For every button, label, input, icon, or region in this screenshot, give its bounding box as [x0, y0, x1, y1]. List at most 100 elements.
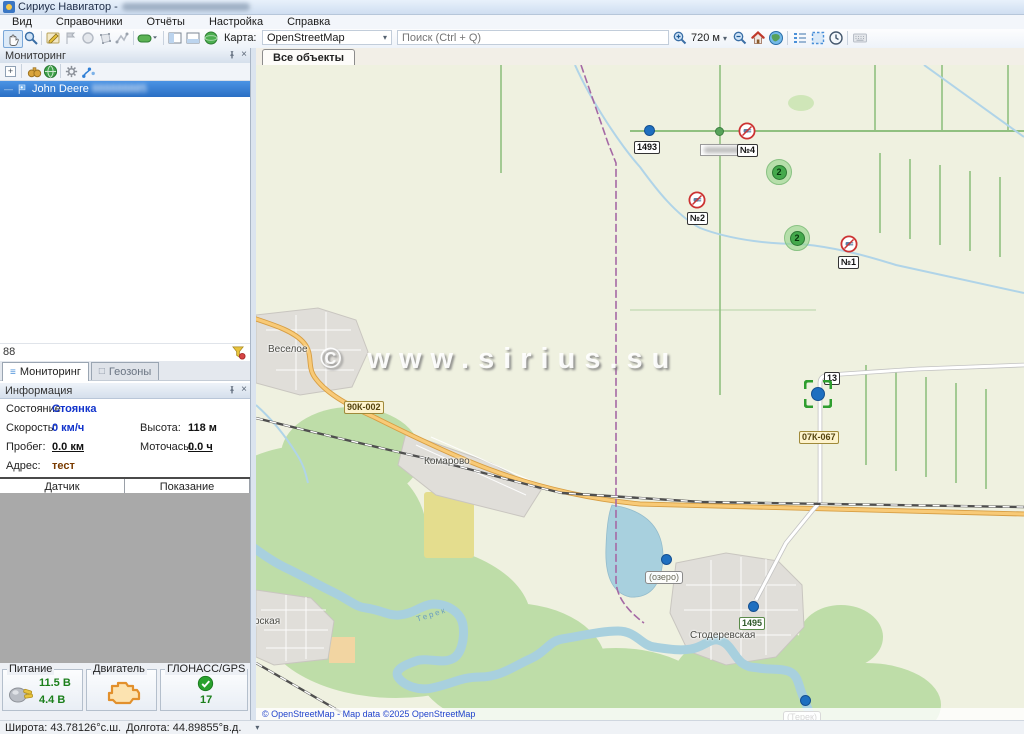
- tab-all-objects-label: Все объекты: [273, 52, 344, 64]
- track-color-button[interactable]: [136, 30, 160, 46]
- address-label: Адрес:: [6, 460, 41, 472]
- menu-spravka[interactable]: Справка: [275, 16, 342, 28]
- panel-tabs: ≡ Мониторинг □ Геозоны: [0, 361, 250, 381]
- map-provider-select[interactable]: OpenStreetMap ▾: [262, 30, 392, 45]
- filter-input[interactable]: 88: [3, 346, 15, 358]
- zoom-out-icon: [732, 30, 748, 46]
- pin-icon: [227, 385, 237, 395]
- pin-button[interactable]: [226, 49, 238, 61]
- select-area-button[interactable]: [809, 30, 827, 46]
- filter-button[interactable]: [231, 345, 246, 360]
- zoom-tool-button[interactable]: [22, 30, 40, 46]
- zoom-out-button[interactable]: [731, 30, 749, 46]
- status-dropdown-icon[interactable]: ▾: [255, 723, 259, 732]
- pin-button[interactable]: [226, 384, 238, 396]
- title-bar: Сириус Навигатор -: [0, 0, 1024, 15]
- gear-icon: [64, 64, 79, 79]
- keyboard-icon: [852, 30, 868, 46]
- unit-number-redacted: 888888885: [92, 83, 147, 95]
- selection-frame-icon: [810, 30, 826, 46]
- expand-all-button[interactable]: +: [5, 66, 16, 77]
- show-all-objects-button[interactable]: [767, 30, 785, 46]
- zoom-scale-dropdown-icon[interactable]: ▾: [723, 34, 727, 43]
- polyline-icon: [114, 30, 130, 46]
- power-voltage-2: 4.4 В: [39, 694, 65, 706]
- pan-tool-button[interactable]: [3, 30, 23, 48]
- cluster-marker-1[interactable]: 2: [766, 159, 792, 185]
- map-point-stoderevskaya[interactable]: [748, 601, 759, 612]
- map-3d-button[interactable]: [202, 30, 220, 46]
- selected-unit-marker[interactable]: [804, 380, 832, 408]
- globe-icon: [43, 64, 58, 79]
- menu-nastroika[interactable]: Настройка: [197, 16, 275, 28]
- monitoring-panel-header: Мониторинг ×: [0, 48, 250, 64]
- pin-icon: [227, 50, 237, 60]
- tree-branch: —: [4, 84, 13, 94]
- disconnected-plug-icon: [688, 191, 706, 209]
- zoom-in-button[interactable]: [671, 30, 689, 46]
- menu-spravochniki[interactable]: Справочники: [44, 16, 135, 28]
- circle-icon: [80, 30, 96, 46]
- road-label-1495: 1495: [739, 617, 765, 630]
- lake-label: (озеро): [645, 571, 683, 584]
- monitoring-panel-title: Мониторинг: [5, 50, 66, 62]
- application-window: Сириус Навигатор - Вид Справочники Отчёт…: [0, 0, 1024, 734]
- tab-monitoring-label: Мониторинг: [20, 366, 81, 378]
- map-point-lake[interactable]: [661, 554, 672, 565]
- close-panel-button[interactable]: ×: [238, 384, 250, 396]
- time-filter-button[interactable]: [827, 30, 845, 46]
- map-point-terek[interactable]: [800, 695, 811, 706]
- menu-vid[interactable]: Вид: [0, 16, 44, 28]
- map-point-green[interactable]: [715, 127, 724, 136]
- settings-button[interactable]: [63, 64, 79, 79]
- binoculars-icon: [27, 64, 42, 79]
- bottom-panel-button[interactable]: [184, 30, 202, 46]
- tab-geozones[interactable]: □ Геозоны: [91, 362, 159, 380]
- gps-gauge-label: ГЛОНАСС/GPS: [165, 663, 247, 675]
- map-point-blue[interactable]: [644, 125, 655, 136]
- cluster-marker-2[interactable]: 2: [784, 225, 810, 251]
- list-icon: [792, 30, 808, 46]
- tab-monitoring[interactable]: ≡ Мониторинг: [2, 362, 89, 381]
- hours-value[interactable]: 0.0 ч: [188, 441, 213, 453]
- ruler-pencil-icon: [45, 30, 61, 46]
- marker-sensor-4[interactable]: [738, 122, 756, 140]
- zoom-scale-value[interactable]: 720 м: [691, 32, 720, 44]
- status-bar: Широта: 43.78126°с.ш. Долгота: 44.89855°…: [0, 720, 1024, 734]
- show-on-map-button[interactable]: [42, 64, 58, 79]
- measure-tool-button[interactable]: [44, 30, 62, 46]
- disconnected-plug-icon: [738, 122, 756, 140]
- address-value: тест: [52, 460, 75, 472]
- engine-icon: [102, 679, 142, 707]
- mileage-value[interactable]: 0.0 км: [52, 441, 84, 453]
- split-view-button[interactable]: [166, 30, 184, 46]
- close-panel-button[interactable]: ×: [238, 49, 250, 61]
- marker-sensor-2[interactable]: [688, 191, 706, 209]
- town-label-stoderevskaya: Стодеревская: [690, 630, 755, 641]
- add-polygon-zone-button-disabled[interactable]: [96, 30, 114, 46]
- window-title: Сириус Навигатор -: [18, 1, 118, 13]
- marker-sensor-1[interactable]: [840, 235, 858, 253]
- tree-item-unit[interactable]: — John Deere 888888885: [0, 81, 250, 97]
- find-object-button[interactable]: [26, 64, 42, 79]
- search-input[interactable]: [397, 30, 669, 45]
- home-view-button[interactable]: [749, 30, 767, 46]
- info-body: Состояние: Стоянка Скорость: 0 км/ч Высо…: [0, 399, 250, 477]
- status-latitude: Широта: 43.78126°с.ш.: [5, 722, 121, 734]
- cluster-count: 2: [790, 231, 805, 246]
- map-canvas[interactable]: © www.sirius.su Веселое Комарово Стодере…: [256, 65, 1024, 720]
- gps-satellite-icon: [197, 675, 214, 692]
- zoom-in-icon: [672, 30, 688, 46]
- tab-all-objects[interactable]: Все объекты: [262, 49, 355, 66]
- info-panel-header: Информация ×: [0, 383, 250, 399]
- add-route-button-disabled[interactable]: [113, 30, 131, 46]
- menu-otchety[interactable]: Отчёты: [135, 16, 197, 28]
- tracks-button[interactable]: [80, 64, 96, 79]
- polygon-icon: [97, 30, 113, 46]
- green-globe-icon: [203, 30, 219, 46]
- legend-button[interactable]: [791, 30, 809, 46]
- keyboard-button-disabled[interactable]: [851, 30, 869, 46]
- toolbar-separator: [787, 31, 788, 45]
- add-circle-zone-button-disabled[interactable]: [79, 30, 97, 46]
- add-placemark-button-disabled[interactable]: [62, 30, 80, 46]
